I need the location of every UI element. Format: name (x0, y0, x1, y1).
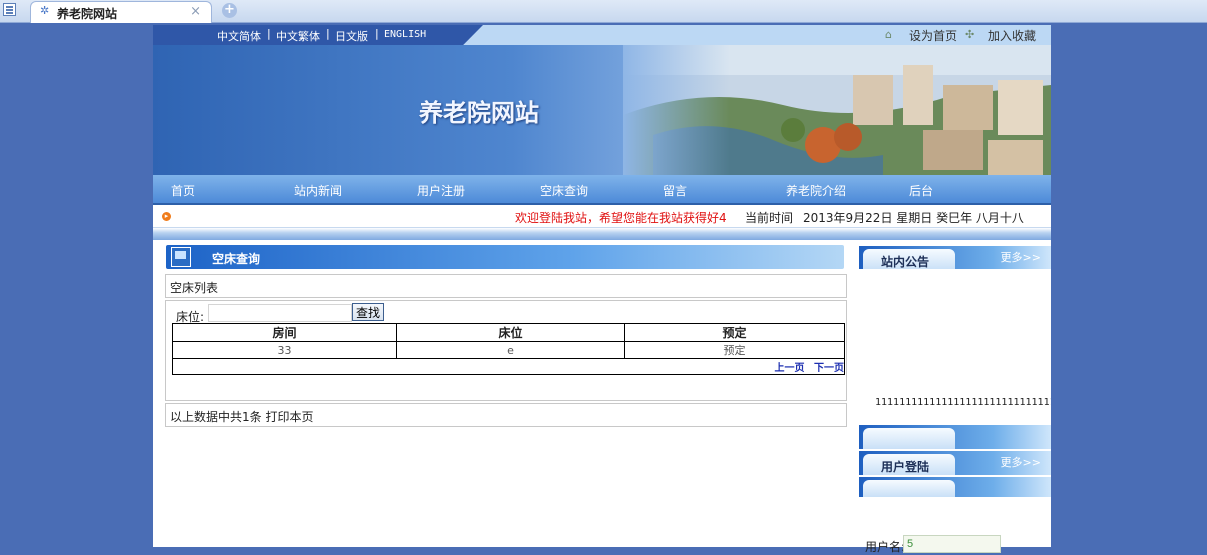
tab-title: 养老院网站 (57, 7, 118, 21)
bed-search-input[interactable] (208, 304, 352, 322)
nav-item-about[interactable]: 养老院介绍 (786, 182, 846, 199)
list-title: 空床列表 (170, 281, 219, 295)
decorative-bar (859, 425, 1051, 449)
home-icon: ⌂ (885, 28, 892, 41)
separator: | (267, 27, 271, 40)
city-landscape-image (623, 45, 1051, 175)
favorite-icon: ✣ (965, 28, 975, 41)
new-tab-icon[interactable]: + (222, 3, 237, 18)
pager-row: 上一页 下一页 (172, 358, 845, 375)
nav-item-home[interactable]: 首页 (171, 182, 195, 199)
news-ticker: ▸ 欢迎登陆我站，希望您能在我站获得好4 当前时间 2013年9月22日 星期日… (153, 205, 1051, 228)
lang-traditional-chinese[interactable]: 中文繁体 (276, 28, 320, 44)
lang-english[interactable]: ENGLISH (384, 29, 426, 40)
main-content: 空床查询 空床列表 床位: 查找 房间 床位 预定 33 e 预定 上一页 下一… (163, 243, 849, 547)
divider-strip (153, 228, 1051, 240)
nav-item-register[interactable]: 用户注册 (417, 182, 465, 199)
top-bar: 中文简体 | 中文繁体 | 日文版 | ENGLISH ⌂ 设为首页 ✣ 加入收… (153, 25, 1051, 45)
close-tab-icon[interactable]: × (190, 4, 201, 19)
sidebar: 站内公告 更多>> 111111111111111111111111111111… (859, 243, 1051, 554)
nav-item-admin[interactable]: 后台 (909, 182, 933, 199)
time-label: 当前时间 (745, 211, 794, 225)
announcement-title: 站内公告 (881, 255, 930, 269)
nav-item-guestbook[interactable]: 留言 (663, 182, 687, 199)
section-header: 空床查询 (166, 245, 844, 269)
welcome-marquee: 欢迎登陆我站，希望您能在我站获得好4 (515, 211, 727, 225)
login-header: 用户登陆 更多>> (859, 451, 1051, 475)
browser-tab[interactable]: ✲ 养老院网站 × (30, 1, 212, 23)
summary-box: 以上数据中共1条 打印本页 (165, 403, 847, 427)
separator: | (375, 27, 379, 40)
page-list-icon[interactable] (3, 3, 16, 16)
lang-japanese[interactable]: 日文版 (335, 28, 368, 44)
set-home-link[interactable]: 设为首页 (909, 27, 957, 44)
search-button[interactable]: 查找 (352, 303, 384, 321)
login-more-link[interactable]: 更多>> (1001, 454, 1041, 470)
site-title: 养老院网站 (419, 98, 539, 127)
announcement-header: 站内公告 更多>> (859, 246, 1051, 270)
nav-item-empty-bed-search[interactable]: 空床查询 (540, 182, 588, 199)
browser-tab-strip: ✲ 养老院网站 × + (0, 0, 1207, 23)
add-favorite-link[interactable]: 加入收藏 (988, 27, 1036, 44)
login-title: 用户登陆 (881, 460, 930, 474)
list-title-box: 空床列表 (165, 274, 847, 298)
site-banner: 养老院网站 (153, 45, 1051, 175)
pager-cell: 上一页 下一页 (172, 358, 845, 375)
prev-page-link[interactable]: 上一页 (775, 363, 805, 374)
separator: | (326, 27, 330, 40)
announcement-body: 1111111111111111111111111111111111111 (859, 269, 1051, 419)
monitor-icon (171, 247, 191, 267)
table-row: 33 e 预定 (172, 341, 845, 359)
username-input[interactable] (903, 535, 1001, 553)
lang-simplified-chinese[interactable]: 中文简体 (217, 28, 261, 44)
announcement-text: 1111111111111111111111111111111111111 (875, 397, 1051, 408)
header-tab-shape (863, 428, 955, 449)
arrow-icon: ▸ (162, 212, 171, 221)
reserve-link[interactable]: 预定 (624, 341, 845, 359)
search-panel: 床位: 查找 房间 床位 预定 33 e 预定 上一页 下一页 (165, 300, 847, 401)
announcement-more-link[interactable]: 更多>> (1001, 249, 1041, 265)
cell-bed: e (396, 341, 625, 359)
column-header-bed: 床位 (396, 323, 625, 342)
column-header-reserve: 预定 (624, 323, 845, 342)
nav-item-news[interactable]: 站内新闻 (294, 182, 342, 199)
loading-icon: ✲ (40, 4, 50, 17)
column-header-room: 房间 (172, 323, 397, 342)
main-nav: 首页 站内新闻 用户注册 空床查询 留言 养老院介绍 后台 (153, 175, 1051, 205)
bed-table: 房间 床位 预定 33 e 预定 上一页 下一页 (172, 323, 845, 375)
current-date: 2013年9月22日 星期日 癸巳年 八月十八 (803, 211, 1024, 225)
cell-room: 33 (172, 341, 397, 359)
section-title: 空床查询 (212, 252, 261, 266)
summary-text: 以上数据中共1条 打印本页 (170, 410, 314, 424)
header-tab-shape (863, 480, 955, 497)
decorative-bar (859, 477, 1051, 497)
next-page-link[interactable]: 下一页 (814, 363, 844, 374)
site-container: 中文简体 | 中文繁体 | 日文版 | ENGLISH ⌂ 设为首页 ✣ 加入收… (153, 25, 1051, 554)
